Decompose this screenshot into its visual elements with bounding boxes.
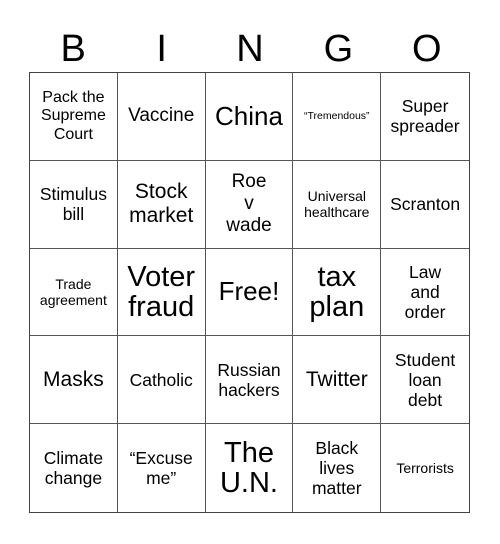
bingo-cell[interactable]: Masks <box>30 336 118 425</box>
bingo-cell[interactable]: Universal healthcare <box>293 160 382 249</box>
bingo-cell[interactable]: Catholic <box>117 336 206 425</box>
bingo-cell[interactable]: Law and order <box>381 249 469 337</box>
bingo-cell[interactable]: Stimulus bill <box>30 160 118 249</box>
bingo-cell[interactable]: Twitter <box>293 336 382 425</box>
bingo-cell[interactable]: Black lives matter <box>293 424 382 512</box>
bingo-cell[interactable]: Pack the Supreme Court <box>30 73 118 161</box>
bingo-cell[interactable]: Trade agreement <box>30 248 118 337</box>
bingo-cell[interactable]: Scranton <box>381 161 469 249</box>
bingo-cell[interactable]: “Excuse me” <box>118 424 206 512</box>
bingo-cell[interactable]: Stock market <box>117 160 206 249</box>
bingo-cell[interactable]: Russian hackers <box>205 336 294 425</box>
header-letter-b: B <box>60 28 86 70</box>
bingo-cell[interactable]: The U.N. <box>206 424 294 512</box>
bingo-cell[interactable]: tax plan <box>293 248 382 337</box>
bingo-cell[interactable]: China <box>205 73 294 161</box>
bingo-cell[interactable]: Climate change <box>30 424 118 512</box>
bingo-cell[interactable]: Roe v wade <box>205 160 294 249</box>
bingo-cell[interactable]: Voter fraud <box>117 248 206 337</box>
bingo-cell[interactable]: Vaccine <box>117 73 206 161</box>
free-space[interactable]: Free! <box>205 248 294 337</box>
header-letter-i: I <box>156 28 167 70</box>
bingo-cell[interactable]: Super spreader <box>381 73 469 161</box>
bingo-grid: Pack the Supreme Court Vaccine China “Tr… <box>29 72 470 513</box>
bingo-cell[interactable]: Terrorists <box>381 424 469 512</box>
header-letter-g: G <box>323 28 354 70</box>
header-letter-o: O <box>412 28 442 70</box>
header-letter-n: N <box>236 28 264 70</box>
bingo-cell[interactable]: Student loan debt <box>381 336 469 425</box>
bingo-header: B I N G O <box>29 26 471 72</box>
bingo-cell[interactable]: “Tremendous” <box>293 73 382 161</box>
